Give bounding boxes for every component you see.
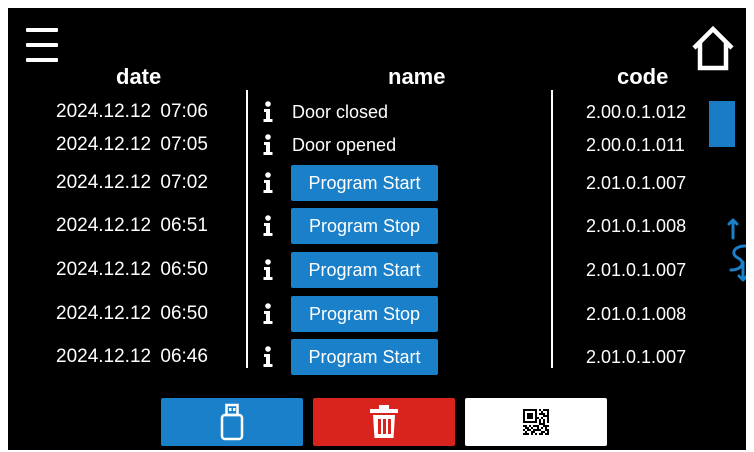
info-icon[interactable] [262,303,274,325]
event-program-button[interactable]: Program Start [291,339,438,375]
trash-icon [370,405,398,438]
event-row: 2024.12.12 07:06 Door closed 2.00.0.1.012 [8,96,708,128]
event-date: 2024.12.12 07:05 [56,134,208,155]
event-code: 2.00.0.1.012 [586,102,687,122]
event-code: 2.00.0.1.011 [586,135,685,155]
event-date: 2024.12.12 06:50 [56,259,208,280]
event-row: 2024.12.12 06:50 Program Stop 2.01.0.1.008 [8,296,708,332]
info-icon[interactable] [262,101,274,123]
event-date: 2024.12.12 06:46 [56,346,208,367]
event-row: 2024.12.12 06:50 Program Start 2.01.0.1.00… [8,252,708,288]
menu-icon[interactable] [26,28,58,64]
info-icon[interactable] [262,346,274,368]
event-row: 2024.12.12 06:46 Program Start 2.01.0.1.00… [8,339,708,375]
event-code: 2.01.0.1.007 [586,347,687,367]
column-header-name: name [388,64,446,89]
column-header-date: date [116,64,162,89]
event-name: Door closed [292,102,389,122]
event-log-screen: date name code 2024.12.12 07:06 Door clos… [8,8,746,450]
event-date: 2024.12.12 06:50 [56,303,208,324]
event-date: 2024.12.12 07:06 [56,101,208,122]
event-code: 2.01.0.1.007 [586,173,687,193]
event-row: 2024.12.12 06:51 Program Stop 2.01.0.1.008 [8,208,708,244]
event-code: 2.01.0.1.007 [586,260,687,280]
event-date: 2024.12.12 06:51 [56,215,208,236]
export-usb-button[interactable] [161,398,303,446]
column-header-code: code [617,64,669,89]
info-icon[interactable] [262,172,274,194]
info-icon[interactable] [262,259,274,281]
delete-button[interactable] [313,398,455,446]
event-program-button[interactable]: Program Start [291,165,438,201]
qr-code-button[interactable] [465,398,607,446]
info-icon[interactable] [262,134,274,156]
event-code: 2.01.0.1.008 [586,216,687,236]
scrollbar-thumb[interactable] [709,101,735,147]
event-program-button[interactable]: Program Start [291,252,438,288]
event-code: 2.01.0.1.008 [586,304,687,324]
home-icon[interactable] [690,24,736,72]
event-date: 2024.12.12 07:02 [56,172,208,193]
info-icon[interactable] [262,215,274,237]
event-program-button[interactable]: Program Stop [291,296,438,332]
event-row: 2024.12.12 07:02 Program Start 2.01.0.1.00… [8,165,708,201]
event-name: Door opened [292,135,397,155]
qr-code-icon [523,409,549,435]
event-program-button[interactable]: Program Stop [291,208,438,244]
usb-icon [220,403,244,441]
event-row: 2024.12.12 07:05 Door opened 2.00.0.1.011 [8,129,708,161]
scroll-swap-icon[interactable] [726,214,746,286]
